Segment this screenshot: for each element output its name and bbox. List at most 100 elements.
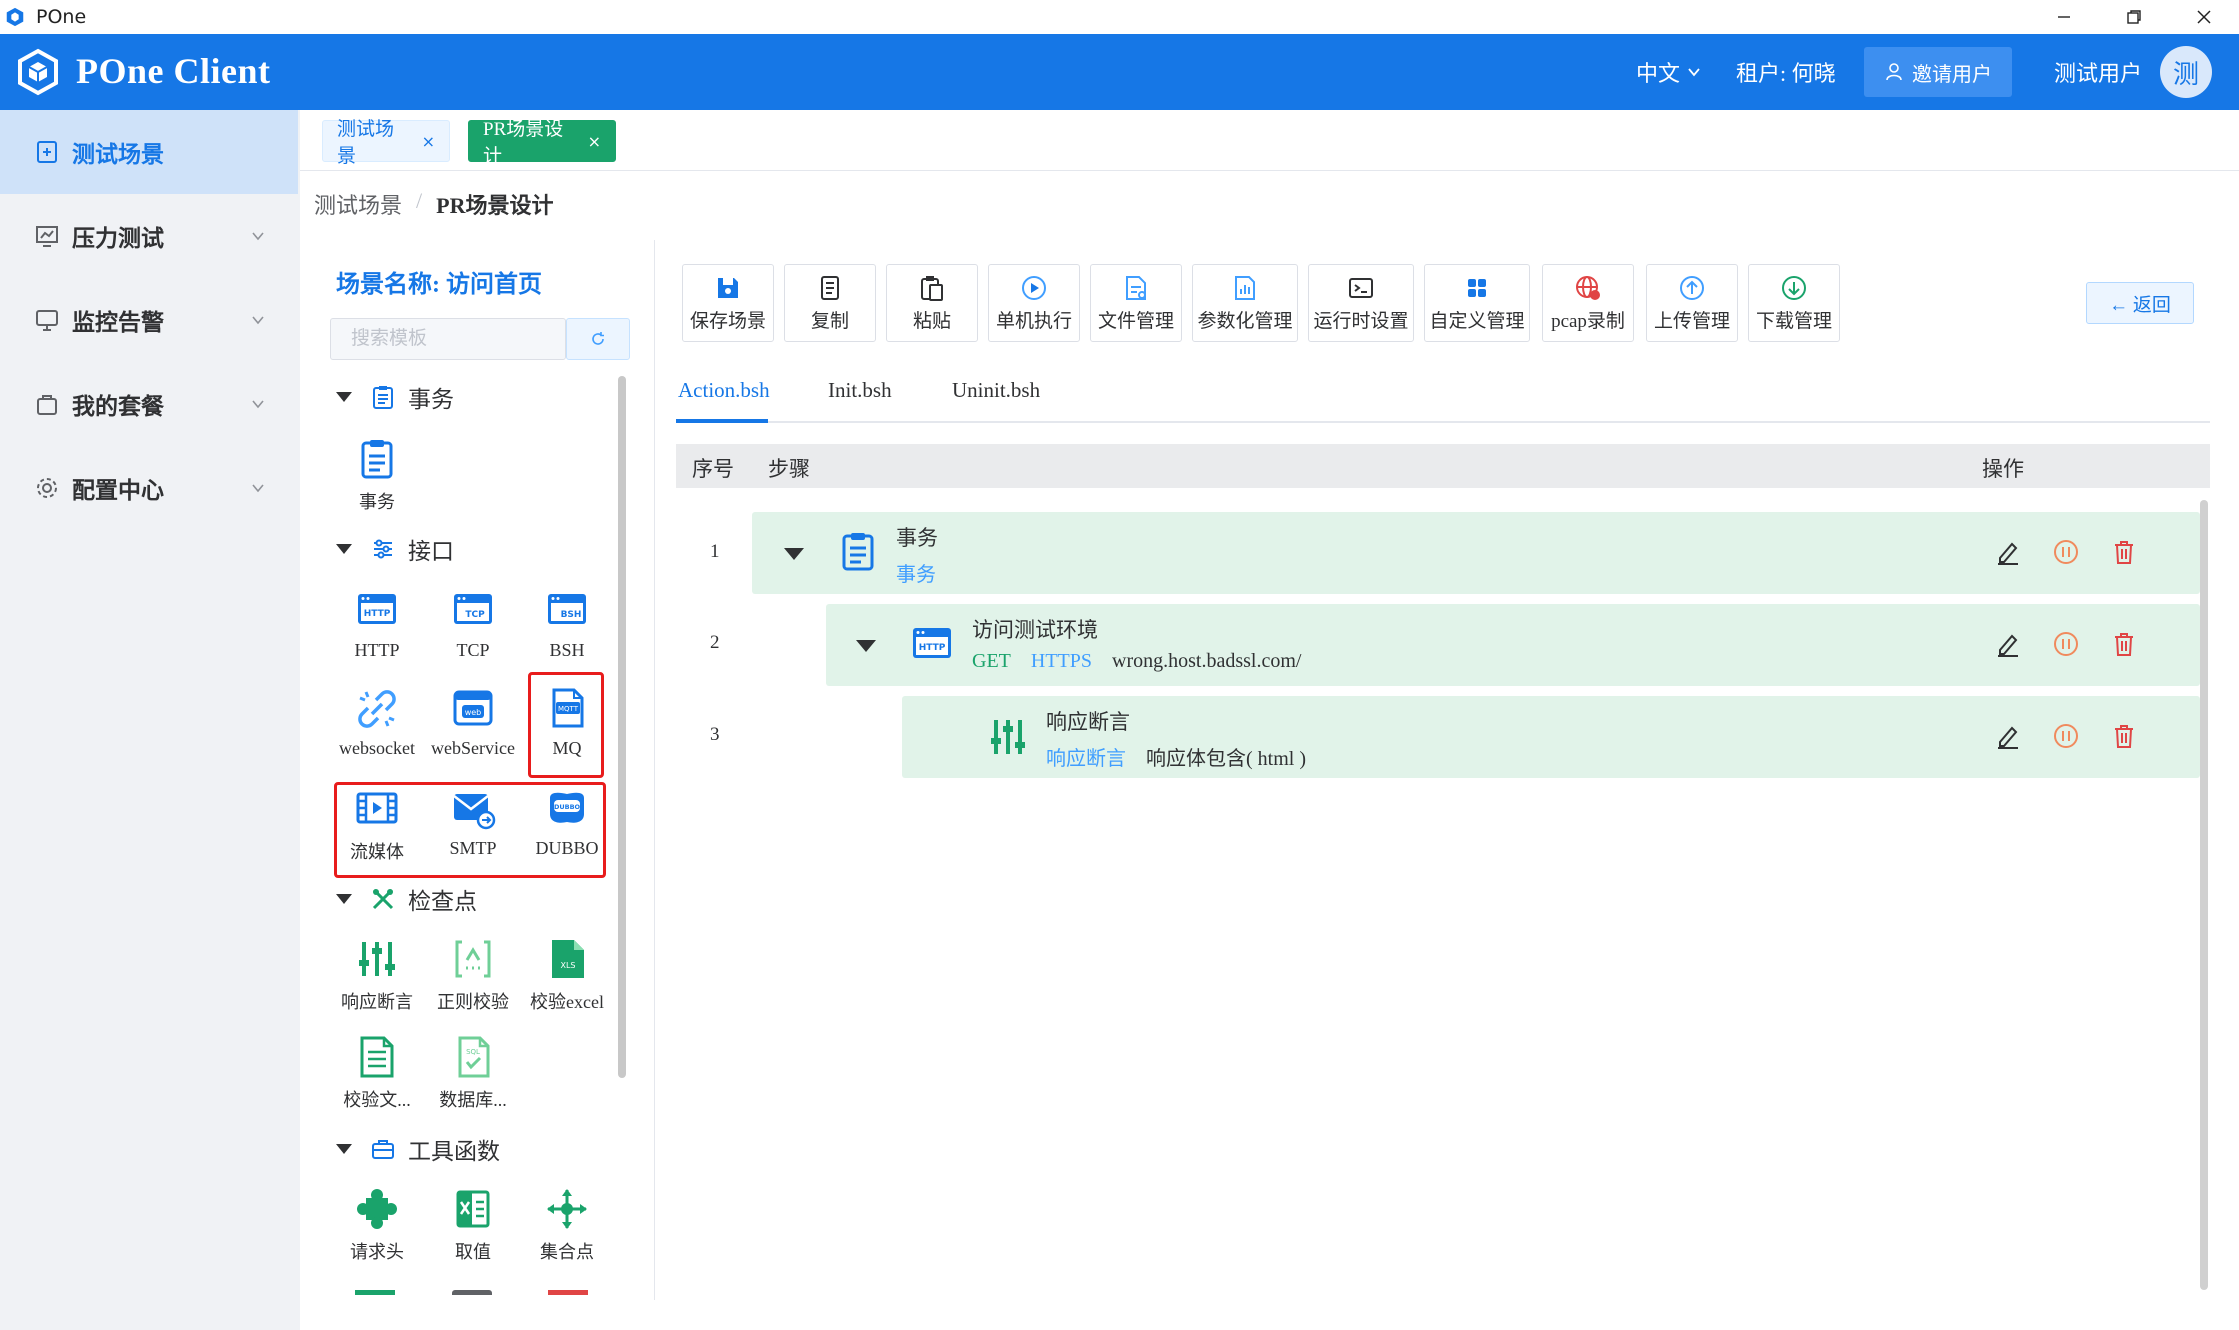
component-transaction[interactable]: 事务 (330, 436, 424, 516)
component-rendezvous[interactable]: 集合点 (520, 1186, 614, 1266)
group-tool-functions[interactable]: 工具函数 (336, 1132, 500, 1166)
file-tab-uninit[interactable]: Uninit.bsh (952, 378, 1040, 403)
close-icon[interactable]: × (422, 132, 435, 151)
collapse-triangle-icon (336, 544, 352, 554)
sidebar-item-test-scene[interactable]: 测试场景 (0, 110, 298, 194)
close-window-button[interactable] (2174, 0, 2234, 34)
sidebar-item-my-plan[interactable]: 我的套餐 (0, 362, 298, 446)
upload-manage-button[interactable]: 上传管理 (1646, 264, 1738, 342)
file-tab-action[interactable]: Action.bsh (678, 378, 770, 403)
edit-icon[interactable] (1994, 538, 2022, 566)
runtime-settings-button[interactable]: 运行时设置 (1308, 264, 1414, 342)
pone-logo-icon (18, 48, 58, 96)
svg-text:web: web (465, 708, 482, 717)
file-tab-init[interactable]: Init.bsh (828, 378, 892, 403)
sidebar-item-label: 我的套餐 (72, 394, 164, 419)
text-file-icon (360, 1036, 394, 1078)
terminal-icon (1349, 277, 1373, 298)
user-name[interactable]: 测试用户 (2054, 56, 2142, 88)
component-extract-value[interactable]: 取值 (426, 1186, 520, 1266)
http-protocol: HTTPS (1030, 650, 1093, 672)
component-tcp[interactable]: TCP TCP (426, 588, 520, 668)
download-manage-button[interactable]: 下载管理 (1748, 264, 1840, 342)
edit-icon[interactable] (1994, 722, 2022, 750)
step-name: 响应断言 (1046, 710, 1130, 734)
group-transaction[interactable]: 事务 (336, 380, 454, 414)
paste-icon (921, 275, 943, 301)
sidebar-item-config[interactable]: 配置中心 (0, 446, 298, 530)
toolbar-label: 保存场景 (689, 310, 766, 332)
avatar[interactable]: 测 (2160, 46, 2212, 98)
tab-underline (676, 421, 2210, 423)
edit-icon[interactable] (1994, 630, 2022, 658)
sidebar-item-monitor[interactable]: 监控告警 (0, 278, 298, 362)
globe-icon (1576, 275, 1600, 300)
svg-text:HTTP: HTTP (919, 643, 946, 653)
restore-button[interactable] (2104, 0, 2164, 34)
save-scene-button[interactable]: 保存场景 (682, 264, 774, 342)
tab-pr-scene-design[interactable]: PR场景设计 × (468, 119, 616, 167)
pcap-record-button[interactable]: pcap录制 (1542, 264, 1634, 342)
breadcrumb-root[interactable]: 测试场景 (314, 188, 402, 220)
component-bsh[interactable]: BSH BSH (520, 588, 614, 668)
component-webservice[interactable]: web webService (426, 686, 520, 766)
request-url: wrong.host.badssl.com/ (1112, 650, 1302, 672)
copy-button[interactable]: 复制 (784, 264, 876, 342)
chevron-down-icon (252, 316, 264, 325)
component-label: HTTP (354, 640, 400, 660)
pause-icon[interactable] (2052, 538, 2080, 566)
highlight-box (528, 672, 604, 778)
invite-user-button[interactable]: 邀请用户 (1864, 47, 2012, 97)
component-check-file[interactable]: 校验文... (330, 1034, 424, 1114)
brand-title: POne Client (76, 51, 271, 91)
tab-test-scene[interactable]: 测试场景 × (322, 119, 450, 167)
component-check-excel[interactable]: XLS 校验excel (520, 936, 614, 1016)
collapse-triangle-icon[interactable] (784, 548, 804, 560)
table-row[interactable]: 响应断言 响应断言 响应体包含( html ) (902, 696, 2200, 778)
paste-button[interactable]: 粘贴 (886, 264, 978, 342)
search-template-input[interactable] (330, 318, 566, 360)
component-websocket[interactable]: websocket (330, 686, 424, 766)
collapse-triangle-icon (336, 1144, 352, 1154)
collapse-triangle-icon[interactable] (856, 640, 876, 652)
app-logo-icon (6, 7, 24, 27)
file-manage-button[interactable]: 文件管理 (1090, 264, 1182, 342)
component-database-check[interactable]: SQL 数据库... (426, 1034, 520, 1114)
refresh-button[interactable] (566, 318, 630, 360)
table-row[interactable]: HTTP 访问测试环境 GET HTTPS wrong.host.badssl.… (826, 604, 2200, 686)
group-checkpoint[interactable]: 检查点 (336, 882, 477, 916)
active-tab-indicator (676, 419, 768, 423)
component-response-assert[interactable]: 响应断言 (330, 936, 424, 1016)
steps-scrollbar[interactable] (2200, 500, 2208, 1290)
back-button[interactable]: ← 返回 (2086, 282, 2194, 324)
component-request-header[interactable]: 请求头 (330, 1186, 424, 1266)
custom-manage-button[interactable]: 自定义管理 (1424, 264, 1530, 342)
delete-icon[interactable] (2110, 630, 2138, 658)
minimize-button[interactable] (2034, 0, 2094, 34)
language-select[interactable]: 中文 (1636, 56, 1702, 88)
component-scrollbar[interactable] (618, 376, 626, 1078)
component-http[interactable]: HTTP HTTP (330, 588, 424, 668)
http-method: GET (972, 650, 1011, 672)
delete-icon[interactable] (2110, 722, 2138, 750)
delete-icon[interactable] (2110, 538, 2138, 566)
chevron-down-icon (252, 484, 264, 493)
gear-icon (37, 478, 57, 498)
step-name: 事务 (896, 526, 938, 550)
sidebar-item-load-test[interactable]: 压力测试 (0, 194, 298, 278)
upload-icon (1680, 275, 1704, 300)
pause-icon[interactable] (2052, 630, 2080, 658)
single-run-button[interactable]: 单机执行 (988, 264, 1080, 342)
group-interface[interactable]: 接口 (336, 532, 454, 566)
toolbar-label: 参数化管理 (1197, 310, 1293, 332)
pause-icon[interactable] (2052, 722, 2080, 750)
component-regex-check[interactable]: 正则校验 (426, 936, 520, 1016)
param-manage-button[interactable]: 参数化管理 (1192, 264, 1298, 342)
chevron-down-icon (252, 400, 264, 409)
table-row[interactable]: 事务 事务 (752, 512, 2200, 594)
tab-label: 测试场景 (337, 119, 395, 167)
toolbar-label: 下载管理 (1755, 310, 1832, 332)
close-icon[interactable]: × (588, 132, 601, 151)
app-header: POne Client 中文 租户: 何晓 邀请用户 测试用户 测 (0, 34, 2239, 110)
row-actions (1994, 538, 2138, 566)
